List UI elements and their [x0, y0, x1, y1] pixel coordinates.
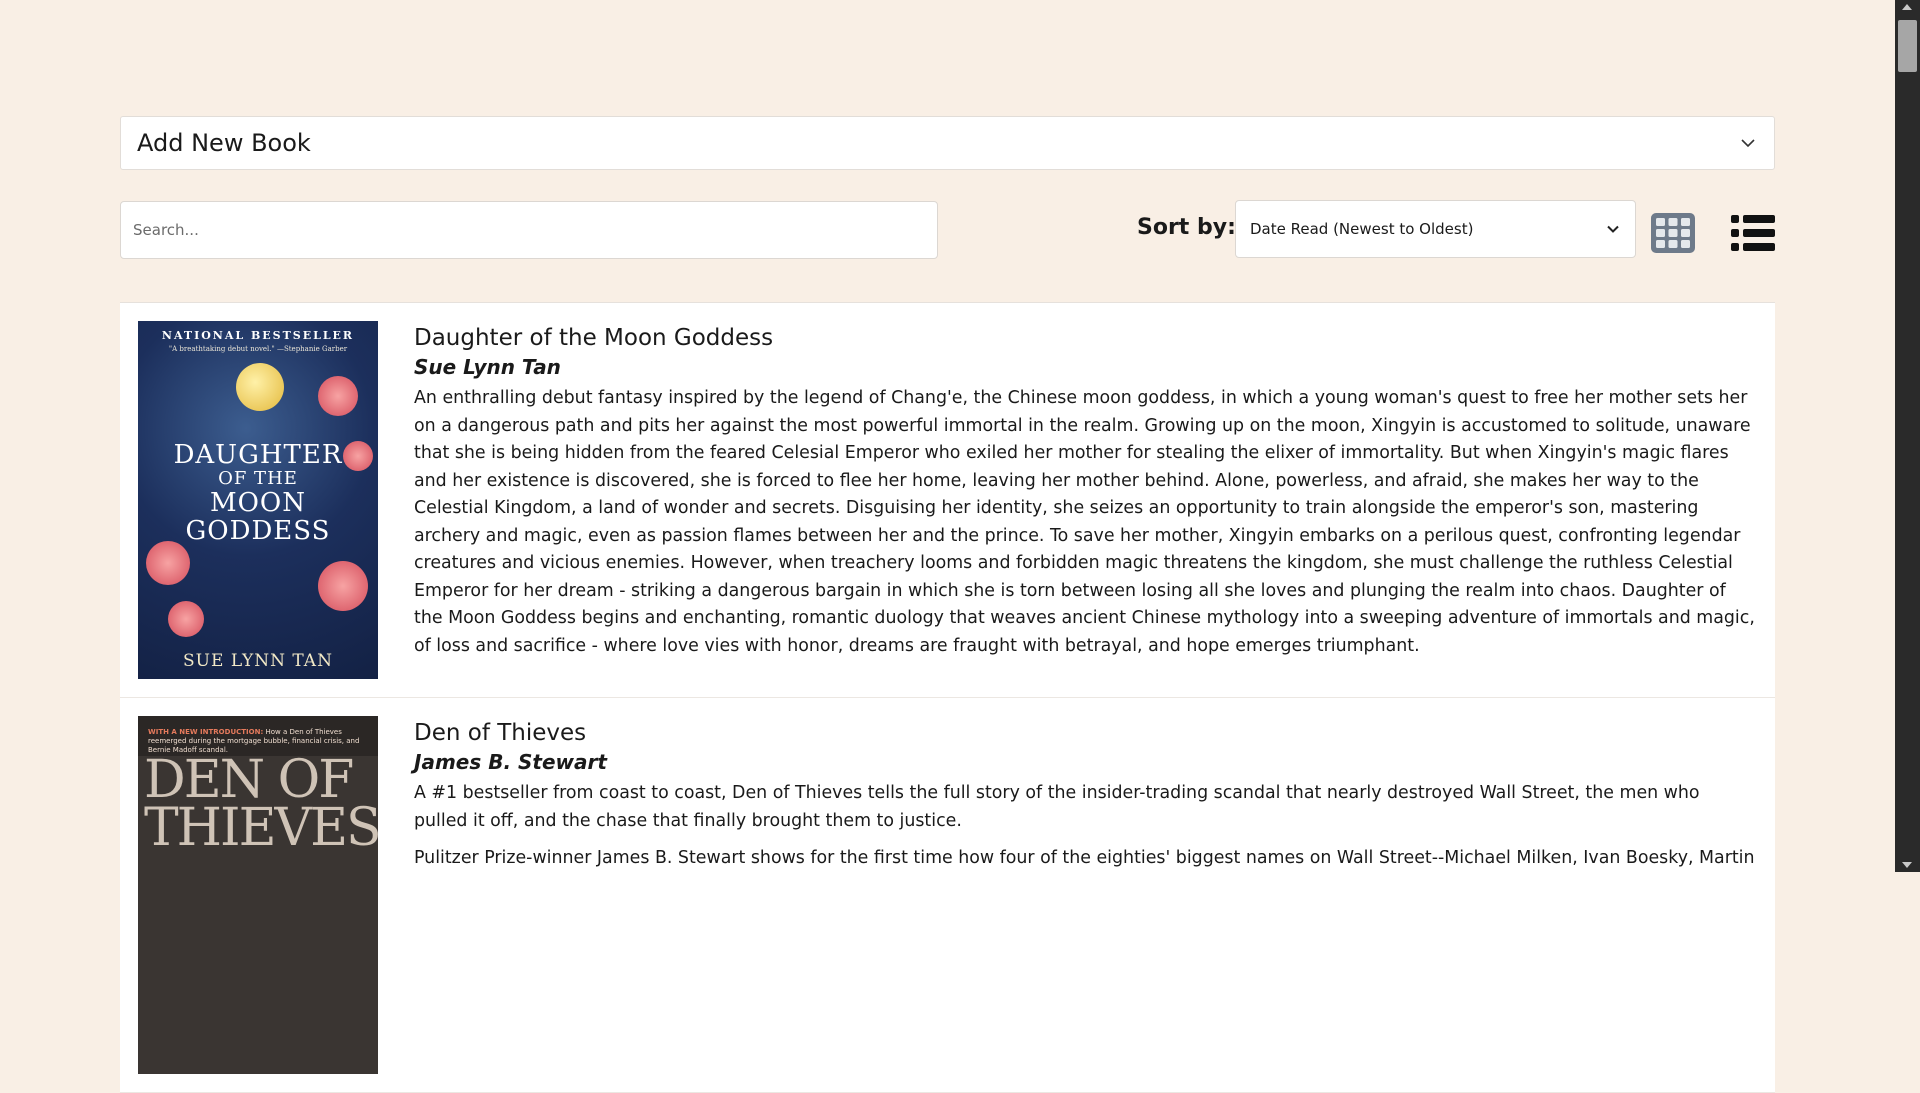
book-description: An enthralling debut fantasy inspired by…: [414, 388, 1755, 656]
book-cover-image[interactable]: NATIONAL BESTSELLER "A breathtaking debu…: [138, 321, 378, 679]
cover-title-line: GODDESS: [185, 516, 331, 546]
scroll-up-arrow-icon[interactable]: [1902, 4, 1912, 10]
chevron-down-icon: [1607, 225, 1619, 233]
cover-author: SUE LYNN TAN: [183, 651, 333, 671]
book-author: James B. Stewart: [414, 750, 607, 774]
sort-select[interactable]: Date Read (Newest to Oldest): [1235, 200, 1636, 258]
cover-title-line: THIEVES: [144, 798, 378, 858]
chevron-down-icon[interactable]: [1738, 133, 1758, 153]
cover-title-line: DEN OF: [144, 750, 354, 810]
scroll-down-arrow-icon[interactable]: [1902, 862, 1912, 868]
grid-view-icon[interactable]: [1651, 213, 1695, 253]
cover-title: DAUGHTER OF THE MOON GODDESS: [138, 441, 378, 545]
list-view-icon[interactable]: [1731, 213, 1775, 253]
moon-illustration: [236, 363, 284, 411]
cover-title: DEN OF THIEVES: [144, 750, 378, 858]
scrollbar-thumb[interactable]: [1898, 20, 1917, 72]
sort-label: Sort by:: [1137, 215, 1236, 240]
book-author: Sue Lynn Tan: [414, 355, 561, 379]
book-description: Pulitzer Prize-winner James B. Stewart s…: [414, 848, 1755, 868]
search-input[interactable]: [120, 201, 938, 259]
book-list: NATIONAL BESTSELLER "A breathtaking debu…: [120, 302, 1775, 1093]
book-description: A #1 bestseller from coast to coast, Den…: [414, 783, 1700, 831]
book-info: Den of Thieves James B. Stewart A #1 bes…: [414, 716, 1757, 1074]
sort-selected-value: Date Read (Newest to Oldest): [1250, 220, 1474, 238]
book-title[interactable]: Den of Thieves: [414, 718, 1757, 748]
book-info: Daughter of the Moon Goddess Sue Lynn Ta…: [414, 321, 1757, 679]
flower-illustration: [146, 541, 190, 585]
accordion-title: Add New Book: [137, 129, 311, 157]
cover-banner: NATIONAL BESTSELLER: [161, 329, 355, 342]
flower-illustration: [318, 376, 358, 416]
book-cover-image[interactable]: WITH A NEW INTRODUCTION: How a Den of Th…: [138, 716, 378, 1074]
book-card[interactable]: NATIONAL BESTSELLER "A breathtaking debu…: [120, 303, 1775, 698]
cover-intro-label: WITH A NEW INTRODUCTION:: [148, 728, 264, 736]
cover-title-line: MOON: [209, 488, 306, 518]
vertical-scrollbar[interactable]: [1895, 0, 1920, 872]
cover-title-line: OF THE: [218, 468, 298, 489]
cover-blurb: "A breathtaking debut novel." —Stephanie…: [168, 345, 348, 353]
book-title[interactable]: Daughter of the Moon Goddess: [414, 323, 1757, 353]
add-new-book-accordion[interactable]: Add New Book: [120, 116, 1775, 170]
main-container: Add New Book Sort by: Date Read (Newest …: [120, 116, 1775, 1093]
book-card[interactable]: WITH A NEW INTRODUCTION: How a Den of Th…: [120, 698, 1775, 1093]
cover-title-line: DAUGHTER: [173, 440, 343, 470]
toolbar: Sort by: Date Read (Newest to Oldest): [120, 200, 1775, 260]
flower-illustration: [168, 601, 204, 637]
flower-illustration: [318, 561, 368, 611]
